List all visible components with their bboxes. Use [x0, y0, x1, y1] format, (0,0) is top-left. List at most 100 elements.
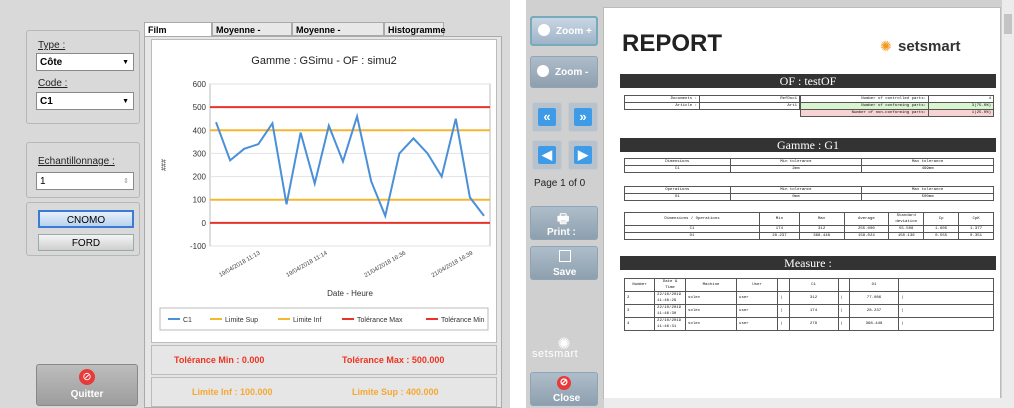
dims-cell: C1 — [624, 165, 731, 173]
report-title: REPORT — [622, 30, 723, 57]
type-select-value: Côte — [40, 57, 63, 68]
chart-panel: Gamme : GSimu - OF : simu2 -100 0 100 200 300… — [144, 36, 502, 408]
measure-cell: solex — [685, 304, 738, 318]
report-logo-icon: ✺ — [880, 38, 892, 54]
documents-value: RefDoc1 — [699, 95, 800, 103]
measure-cell: | — [777, 317, 790, 331]
save-button[interactable]: Save — [530, 246, 598, 280]
measure-table: Number Date & Time Machine User C1 O1 22… — [623, 278, 994, 331]
tab-film-production[interactable]: Film production — [144, 22, 212, 49]
measure-header: Machine — [685, 278, 738, 292]
measure-cell: 22/10/2019 11:46:29 — [654, 291, 687, 305]
stats-cell: 174 — [759, 225, 800, 233]
y-tick-label: 0 — [202, 219, 207, 228]
measure-cell: 22/10/2019 11:46:31 — [654, 317, 687, 331]
zoom-in-button[interactable]: Zoom + — [530, 16, 598, 46]
stats-cell: 255.000 — [843, 225, 890, 233]
stats-cell: 0.555 — [923, 232, 960, 240]
spinner-icon[interactable]: ⇕ — [123, 173, 129, 191]
zoom-out-button[interactable]: Zoom - — [530, 56, 598, 88]
ops-cell: 0mm — [729, 193, 863, 201]
code-select-value: C1 — [40, 96, 53, 107]
measure-cell: | — [837, 317, 851, 331]
y-tick-label: 100 — [193, 196, 207, 205]
scrollbar-thumb[interactable] — [1004, 14, 1012, 34]
measure-header: O1 — [849, 278, 899, 292]
legend-label: Limite Sup — [225, 317, 258, 324]
report-vertical-scrollbar[interactable] — [1002, 0, 1014, 408]
tab-moyenne-ecarttype[interactable]: Moyenne - EcartType — [292, 22, 384, 49]
code-select[interactable]: C1 ▼ — [36, 92, 134, 110]
previous-page-button[interactable]: ◀ — [532, 140, 562, 170]
ford-button[interactable]: FORD — [38, 234, 134, 251]
measure-cell: | — [777, 304, 790, 318]
plot-area — [209, 83, 491, 247]
report-horizontal-scrollbar[interactable] — [604, 398, 1002, 408]
tab-histogramme[interactable]: Histogramme — [384, 22, 446, 36]
measure-cell: user — [736, 304, 779, 318]
save-label: Save — [553, 267, 577, 278]
article-label: Article : — [624, 102, 700, 110]
spc-chart-window: Type : Côte ▼ Code : C1 ▼ Echantillonnage … — [0, 0, 510, 408]
measure-header: Date & Time — [654, 278, 687, 292]
y-tick-label: 500 — [193, 103, 207, 112]
stats-header: Standard deviation — [888, 212, 925, 226]
measure-bar: Measure : — [620, 256, 996, 270]
nonconforming-label: Number of non-conforming parts: — [800, 109, 929, 117]
measure-cell: | — [898, 317, 994, 331]
y-tick-label: 300 — [193, 149, 207, 158]
legend-label: C1 — [183, 317, 192, 324]
controlled-label: Number of controlled parts: — [800, 95, 929, 103]
measure-cell: 2 — [623, 291, 656, 305]
document-table: Documents : RefDoc1 Article : Art1 — [624, 95, 800, 110]
sampling-input[interactable]: 1 ⇕ — [36, 172, 134, 190]
conforming-value: 3(75.0%) — [928, 102, 994, 110]
operations-table: Operations Min tolerance Max tolerance O1 0… — [624, 186, 994, 201]
measure-cell: 368.448 — [849, 317, 899, 331]
print-button[interactable]: 🖶 Print : — [530, 206, 598, 240]
measure-cell: | — [837, 291, 851, 305]
last-page-button[interactable]: » — [568, 102, 598, 132]
measure-cell: 279 — [788, 317, 839, 331]
stop-icon: ⊘ — [557, 376, 571, 390]
measure-cell: solex — [685, 291, 738, 305]
measure-cell: | — [777, 291, 790, 305]
cnomo-button[interactable]: CNOMO — [38, 210, 134, 228]
code-label: Code : — [38, 78, 68, 89]
ops-header: Max tolerance — [861, 186, 994, 194]
chevron-down-icon: ▼ — [122, 59, 129, 66]
measure-header — [837, 278, 851, 292]
measure-cell: | — [898, 304, 994, 318]
dimensions-table: Dimensions Min tolerance Max tolerance C1 2… — [624, 158, 994, 173]
measure-cell: | — [837, 304, 851, 318]
measure-header — [777, 278, 790, 292]
close-button[interactable]: ⊘ Close — [530, 372, 598, 406]
legend-label: Tolérance Max — [357, 317, 403, 324]
dims-header: Dimensions — [624, 158, 731, 166]
stats-cell: 312 — [798, 225, 845, 233]
triangle-right-icon: ▶ — [574, 146, 592, 164]
tab-moyenne-etendue[interactable]: Moyenne - Etendue — [212, 22, 292, 49]
measure-cell: user — [736, 317, 779, 331]
measure-cell: 28.237 — [849, 304, 899, 318]
measure-header — [898, 278, 994, 292]
gamme-bar: Gamme : G1 — [620, 138, 996, 152]
print-label: Print : — [547, 227, 576, 238]
measure-cell: 77.086 — [849, 291, 899, 305]
legend-label: Tolérance Min — [441, 317, 485, 324]
dims-header: Min tolerance — [729, 158, 863, 166]
parts-table: Number of controlled parts: 4 Number of c… — [800, 95, 994, 117]
nonconforming-value: 1(25.0%) — [928, 109, 994, 117]
type-select[interactable]: Côte ▼ — [36, 53, 134, 71]
first-page-button[interactable]: « — [532, 102, 562, 132]
magnifier-icon — [538, 24, 550, 36]
zoom-in-label: Zoom + — [556, 26, 592, 37]
quit-button[interactable]: ⊘ Quitter — [36, 364, 138, 406]
next-page-button[interactable]: ▶ — [568, 140, 598, 170]
report-page — [604, 8, 1000, 398]
x-axis-label: Date - Heure — [327, 289, 373, 298]
stats-cell: 28.237 — [759, 232, 800, 240]
sampling-label: Echantillonnage : — [38, 156, 115, 167]
measure-cell: 22/10/2019 11:46:30 — [654, 304, 687, 318]
x-tick-label: 19/04/2018 11:13 — [218, 250, 262, 279]
